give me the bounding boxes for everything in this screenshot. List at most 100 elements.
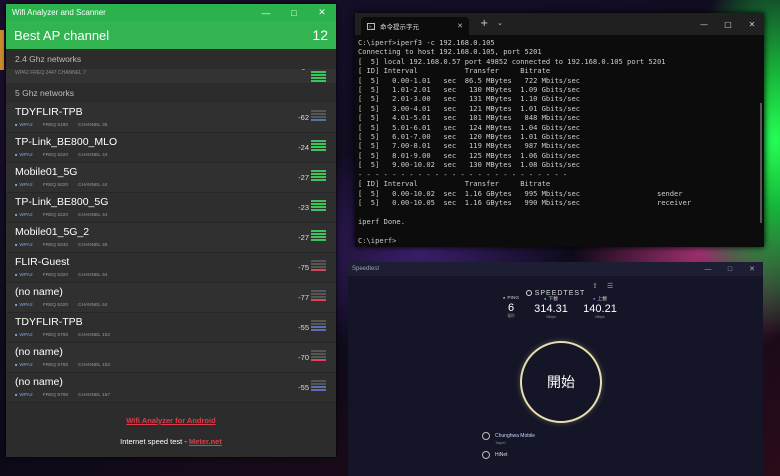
terminal-window: >_ 命令提示字元 ✕ + ⌄ — □ ✕ C:\iperf>iperf3 -c… [355, 13, 764, 247]
network-list: TDYFLIR-TPB WPA2 FREQ 5180 CHANNEL 36 -62 TP-… [6, 103, 336, 403]
network-channel: CHANNEL 153 [78, 363, 111, 368]
signal-level: -5 [299, 69, 305, 72]
network-row[interactable]: TP-Link_BE800_MLO WPA2 FREQ 5220 CHANNEL 44… [6, 133, 336, 163]
wifi-analyzer-window: Wifi Analyzer and Scanner — □ ✕ Best AP … [6, 4, 336, 457]
ping-metric: PING 6 毫秒 [491, 295, 531, 319]
terminal-line: C:\iperf> [358, 235, 397, 245]
network-meta: WPA2 FREQ 2447 CHANNEL 7 [15, 70, 86, 76]
isp-name: Chunghwa Mobile [495, 433, 536, 439]
minimize-icon[interactable]: — [692, 13, 716, 35]
wifi-analyzer-android-link[interactable]: Wifi Analyzer for Android [6, 416, 336, 425]
signal-bars-icon [311, 71, 326, 83]
network-meta: WPA2 FREQ 5220 CHANNEL 44 [15, 152, 107, 158]
signal-bars-icon [311, 140, 326, 152]
network-ssid: (no name) [15, 376, 63, 388]
network-row[interactable]: TP-Link_BE800_5G WPA2 FREQ 5220 CHANNEL 44 -… [6, 193, 336, 223]
maximize-icon[interactable]: □ [719, 262, 741, 276]
speed-test-footer: Internet speed test - Meter.net [6, 437, 336, 446]
signal-bar [311, 170, 326, 172]
signal-bar [311, 353, 326, 355]
close-icon[interactable]: ✕ [308, 4, 336, 21]
signal-bar [311, 143, 326, 145]
signal-level: -75 [298, 263, 309, 272]
terminal-scrollbar[interactable] [760, 103, 762, 223]
signal-bars-icon [311, 260, 326, 272]
signal-bar [311, 179, 326, 181]
speedtest-window: Speedtest — □ ✕ SPEEDTEST ⇪ ☰ PING 6 毫秒 … [348, 262, 763, 476]
network-row-24[interactable]: WPA2 FREQ 2447 CHANNEL 7 -5 [6, 69, 336, 83]
signal-bar [311, 326, 326, 328]
terminal-line: C:\iperf>iperf3 -c 192.168.0.105 [358, 38, 495, 47]
isp-location: Taipei [495, 440, 506, 445]
server-name[interactable]: HiNet [495, 452, 508, 458]
isp-info[interactable]: Chunghwa Mobile Taipei [495, 433, 535, 445]
desktop-icon[interactable] [0, 30, 4, 70]
speedtest-titlebar[interactable]: Speedtest — □ ✕ [348, 262, 763, 276]
terminal-tab[interactable]: >_ 命令提示字元 ✕ [361, 17, 469, 35]
share-icon[interactable]: ⇪ [592, 282, 598, 290]
meter-net-link[interactable]: Meter.net [189, 437, 222, 446]
network-meta: WPA2 FREQ 5765 CHANNEL 153 [15, 332, 110, 338]
network-channel: CHANNEL 44 [78, 213, 108, 218]
network-frequency: FREQ 5320 [42, 303, 69, 308]
maximize-icon[interactable]: □ [280, 4, 308, 21]
signal-bar [311, 269, 326, 271]
network-frequency: FREQ 5765 [42, 363, 69, 368]
network-row[interactable]: (no name) WPA2 FREQ 5765 CHANNEL 153 -70 [6, 343, 336, 373]
signal-bar [311, 239, 326, 241]
signal-level: -62 [298, 113, 309, 122]
network-ssid: Mobile01_5G [15, 166, 78, 178]
maximize-icon[interactable]: □ [716, 13, 740, 35]
band-5-header: 5 Ghz networks [15, 88, 75, 98]
download-unit: Mbps [546, 315, 556, 319]
minimize-icon[interactable]: — [252, 4, 280, 21]
minimize-icon[interactable]: — [697, 262, 719, 276]
network-meta: WPA2 FREQ 5785 CHANNEL 157 [15, 392, 110, 398]
terminal-tabbar[interactable]: >_ 命令提示字元 ✕ + ⌄ — □ ✕ [355, 13, 764, 35]
terminal-line: [ 5] 0.00-10.05 sec 1.16 GBytes 990 Mbit… [358, 197, 692, 207]
isp-icon [482, 432, 490, 440]
signal-bar [311, 230, 326, 232]
network-row[interactable]: (no name) WPA2 FREQ 5785 CHANNEL 157 -55 [6, 373, 336, 403]
signal-level: -24 [298, 143, 309, 152]
chevron-down-icon[interactable]: ⌄ [497, 19, 503, 27]
network-ssid: TDYFLIR-TPB [15, 316, 83, 328]
network-row[interactable]: (no name) WPA2 FREQ 5320 CHANNEL 64 -77 [6, 283, 336, 313]
signal-bar [311, 146, 326, 148]
network-row[interactable]: TDYFLIR-TPB WPA2 FREQ 5180 CHANNEL 36 -62 [6, 103, 336, 133]
network-channel: CHANNEL 64 [78, 303, 108, 308]
tab-close-icon[interactable]: ✕ [457, 22, 463, 30]
network-channel: CHANNEL 153 [78, 333, 111, 338]
go-button[interactable]: 開始 [520, 341, 602, 423]
signal-bar [311, 71, 326, 73]
network-frequency: FREQ 5220 [42, 213, 69, 218]
close-icon[interactable]: ✕ [741, 262, 763, 276]
network-channel: CHANNEL 36 [78, 123, 108, 128]
network-frequency: FREQ 5220 [42, 183, 69, 188]
network-frequency: FREQ 5785 [42, 393, 69, 398]
signal-bars-icon [311, 200, 326, 212]
signal-bar [311, 116, 326, 118]
menu-icon[interactable]: ☰ [607, 282, 613, 290]
server-icon [482, 451, 490, 459]
network-ssid: TDYFLIR-TPB [15, 106, 83, 118]
network-row[interactable]: FLIR-Guest WPA2 FREQ 5320 CHANNEL 64 -75 [6, 253, 336, 283]
signal-bars-icon [311, 380, 326, 392]
new-tab-icon[interactable]: + [480, 18, 488, 29]
network-row[interactable]: TDYFLIR-TPB WPA2 FREQ 5765 CHANNEL 153 -55 [6, 313, 336, 343]
ping-value: 6 [507, 302, 515, 314]
signal-bar [311, 140, 326, 142]
network-row[interactable]: Mobile01_5G WPA2 FREQ 5220 CHANNEL 44 -27 [6, 163, 336, 193]
network-ssid: TP-Link_BE800_MLO [15, 136, 118, 148]
terminal-line: [ 5] 1.01-2.01 sec 130 MBytes 1.09 Gbits… [358, 85, 581, 95]
network-ssid: Mobile01_5G_2 [15, 226, 90, 238]
terminal-line: [ 5] 0.00-10.02 sec 1.16 GBytes 995 Mbit… [358, 188, 683, 198]
terminal-output[interactable]: C:\iperf>iperf3 -c 192.168.0.105 Connecti… [355, 35, 764, 245]
terminal-line: iperf Done. [358, 216, 405, 226]
terminal-line: [ 5] 4.01-5.01 sec 101 MBytes 848 Mbits/… [358, 113, 581, 123]
close-icon[interactable]: ✕ [740, 13, 764, 35]
wifi-titlebar[interactable]: Wifi Analyzer and Scanner — □ ✕ [6, 4, 336, 21]
network-row[interactable]: Mobile01_5G_2 WPA2 FREQ 5240 CHANNEL 48 -27 [6, 223, 336, 253]
signal-bar [311, 233, 326, 235]
network-frequency: FREQ 5765 [42, 333, 69, 338]
